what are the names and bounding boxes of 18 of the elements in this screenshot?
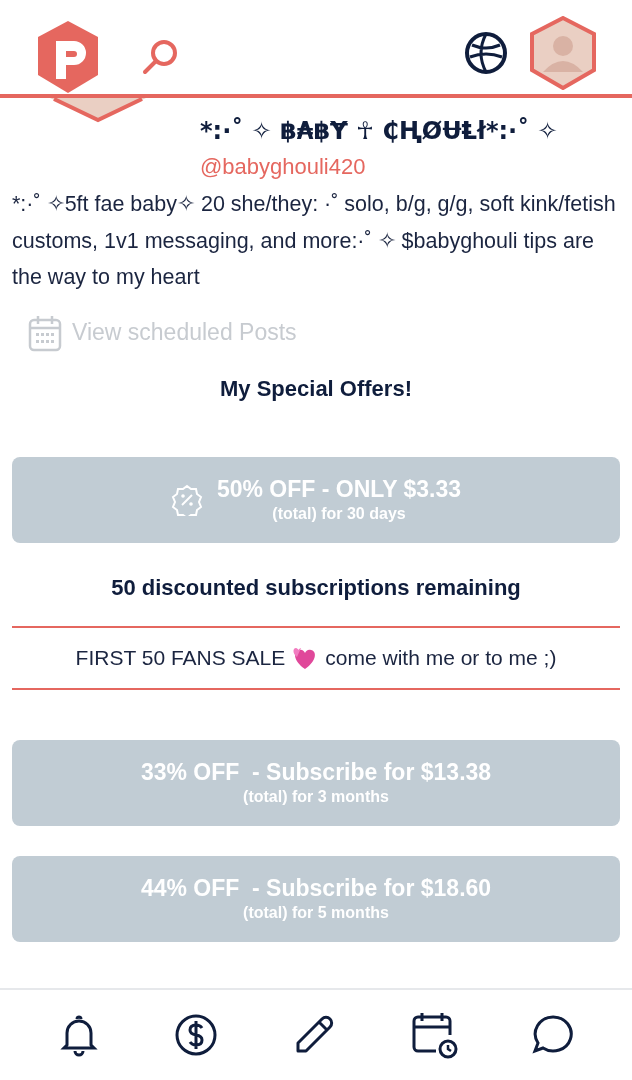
profile-handle[interactable]: @babyghouli420	[200, 150, 620, 184]
promo-message: FIRST 50 FANS SALE	[75, 644, 286, 671]
remaining-count: 50 discounted subscriptions remaining	[110, 573, 522, 602]
discount-button[interactable]: 50% OFF - ONLY $3.33 (total) for 30 days	[12, 456, 620, 543]
subscribe-bundle-button[interactable]: 44% OFF - Subscribe for $18.60 (total) for 5 months	[12, 855, 620, 942]
subscribe-bundle-button[interactable]: 33% OFF - Subscribe for $13.38 (total) for 3 months	[12, 739, 620, 826]
profile-bio: *:·˚ ✧5ft fae baby✧ 20 she/they: ·˚ solo, b/g, g/g, soft kink/fetish customs, 1v1 messaging, and more:·˚ ✧ $babyghouli tips are the way to my heart	[12, 191, 617, 291]
globe-icon[interactable]	[464, 31, 508, 75]
scheduled-posts-link[interactable]: View scheduled Posts	[72, 315, 297, 350]
profile-name: *:·˚ ✧ ฿₳฿Ɏ ☥ ₵ⱧØɄⱠł*:·˚ ✧	[200, 116, 559, 147]
chat-icon[interactable]	[531, 1013, 576, 1057]
promo-message: come with me or to me ;)	[325, 644, 557, 671]
search-icon[interactable]	[140, 37, 180, 77]
offers-heading: My Special Offers!	[219, 374, 413, 403]
logo-icon[interactable]	[36, 19, 100, 95]
avatar[interactable]	[530, 16, 596, 90]
discount-badge-icon	[170, 483, 203, 516]
dollar-icon[interactable]	[174, 1013, 219, 1057]
